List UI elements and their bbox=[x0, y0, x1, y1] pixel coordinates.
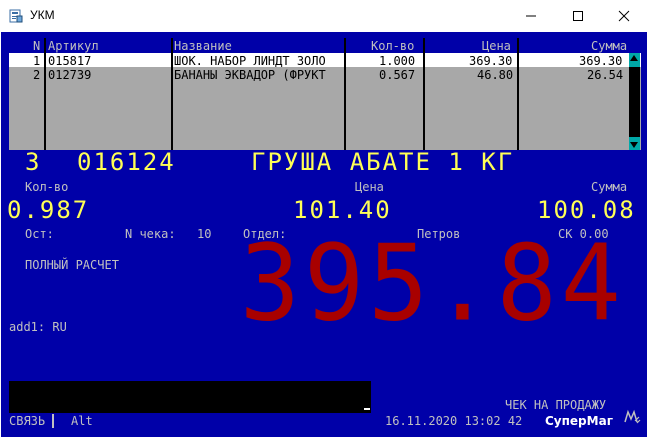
barcode-input[interactable] bbox=[9, 381, 371, 413]
app-icon bbox=[9, 9, 23, 23]
scroll-down-icon[interactable] bbox=[630, 142, 638, 148]
column-divider bbox=[171, 38, 173, 150]
table-row-2-n[interactable]: 2 bbox=[33, 68, 40, 82]
table-header bbox=[9, 38, 641, 53]
input-cursor bbox=[364, 408, 370, 410]
table-row-2-name[interactable]: БАНАНЫ ЭКВАДОР (ФРУКТ bbox=[174, 68, 326, 82]
current-position: 3 bbox=[25, 148, 42, 176]
table-row-2-sum[interactable]: 26.54 bbox=[587, 68, 623, 82]
table-row-1-sum[interactable]: 369.30 bbox=[579, 54, 622, 68]
qty-label: Кол-во bbox=[25, 180, 69, 194]
sum-label: Сумма bbox=[591, 180, 628, 194]
close-icon bbox=[618, 10, 630, 22]
maximize-button[interactable] bbox=[555, 0, 601, 32]
status-divider bbox=[52, 414, 54, 428]
table-row-1-name[interactable]: ШОК. НАБОР ЛИНДТ ЗОЛО bbox=[174, 54, 326, 68]
datetime: 16.11.2020 13:02 42 bbox=[385, 414, 523, 428]
receipt-table[interactable]: N Артикул Название Кол-во Цена Сумма 1 0… bbox=[9, 38, 641, 150]
payment-mode: ПОЛНЫЙ РАСЧЕТ bbox=[25, 258, 119, 272]
close-button[interactable] bbox=[601, 0, 647, 32]
alt-indicator: Alt bbox=[71, 414, 93, 428]
table-row-1-qty[interactable]: 1.000 bbox=[379, 54, 415, 68]
table-row-1-article[interactable]: 015817 bbox=[48, 54, 91, 68]
current-qty: 0.987 bbox=[7, 196, 90, 224]
pos-screen: N Артикул Название Кол-во Цена Сумма 1 0… bbox=[1, 32, 647, 437]
current-price: 101.40 bbox=[293, 196, 392, 224]
column-divider bbox=[517, 38, 519, 150]
column-divider bbox=[44, 38, 46, 150]
brand-name: СуперМаг bbox=[545, 414, 613, 428]
maximize-icon bbox=[573, 11, 583, 21]
minimize-icon bbox=[526, 15, 536, 17]
col-header-price: Цена bbox=[482, 39, 511, 53]
col-header-article: Артикул bbox=[48, 39, 99, 53]
current-article: 016124 bbox=[77, 148, 176, 176]
table-row-1-n[interactable]: 1 bbox=[33, 54, 40, 68]
table-row-2-article[interactable]: 012739 bbox=[48, 68, 91, 82]
column-divider bbox=[423, 38, 425, 150]
col-header-sum: Сумма bbox=[591, 39, 628, 53]
col-header-n: N bbox=[33, 39, 41, 53]
window-title-bar: УКМ bbox=[0, 0, 648, 32]
check-number: 10 bbox=[197, 227, 212, 241]
scrollbar-thumb[interactable] bbox=[629, 67, 640, 137]
current-sum: 100.08 bbox=[537, 196, 636, 224]
table-scrollbar[interactable] bbox=[629, 53, 640, 150]
price-label: Цена bbox=[355, 180, 384, 194]
current-item-name: ГРУША АБАТЕ 1 КГ bbox=[251, 148, 515, 176]
table-row-1-price[interactable]: 369.30 bbox=[469, 54, 512, 68]
table-row-2-price[interactable]: 46.80 bbox=[477, 68, 513, 82]
supermag-logo-icon bbox=[624, 409, 641, 424]
window-title: УКМ bbox=[30, 8, 55, 22]
add1-line: add1: RU bbox=[9, 320, 67, 334]
connection-status: СВЯЗЬ bbox=[9, 414, 46, 428]
col-header-qty: Кол-во bbox=[371, 39, 415, 53]
stock-label: Ост: bbox=[25, 227, 54, 241]
column-divider bbox=[344, 38, 346, 150]
scroll-up-icon[interactable] bbox=[630, 55, 638, 61]
table-row-2-qty[interactable]: 0.567 bbox=[379, 68, 415, 82]
receipt-total: 395.84 bbox=[239, 222, 625, 345]
col-header-name: Название bbox=[174, 39, 232, 53]
check-number-label: N чека: bbox=[125, 227, 176, 241]
receipt-mode: ЧЕК НА ПРОДАЖУ bbox=[505, 398, 607, 412]
minimize-button[interactable] bbox=[508, 0, 554, 32]
